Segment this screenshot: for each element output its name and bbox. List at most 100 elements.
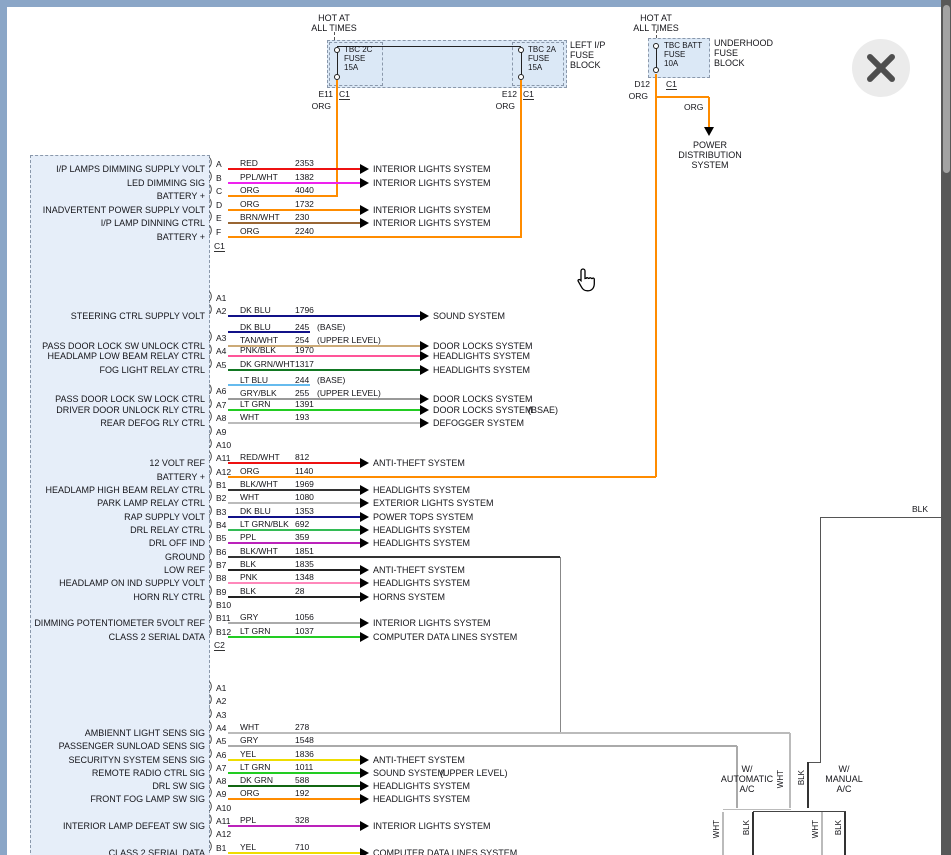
pin-label: B4 xyxy=(216,520,226,530)
wire-segment xyxy=(228,732,790,734)
wire-segment xyxy=(228,182,360,184)
wire-color-label: LT GRN xyxy=(240,399,270,409)
wire-color-label: RED xyxy=(240,158,258,168)
fuse-terminal xyxy=(653,67,659,73)
wire-segment xyxy=(228,622,360,624)
flow-arrow-right xyxy=(360,525,369,535)
flow-arrow-right xyxy=(360,618,369,628)
wire-segment xyxy=(228,798,360,800)
wire-blk-feed xyxy=(808,762,821,763)
pin-bracket: ) xyxy=(209,788,212,798)
pin-bracket: ) xyxy=(209,802,212,812)
wire-color-label: DK GRN/WHT xyxy=(240,359,295,369)
wire-segment xyxy=(228,516,360,518)
wire-segment xyxy=(228,636,360,638)
flow-arrow-right xyxy=(360,512,369,522)
pin-bracket: ) xyxy=(209,226,212,236)
wire-segment xyxy=(228,422,420,424)
fuse-block-name: UNDERHOOD FUSE BLOCK xyxy=(714,38,773,68)
wire-bottom-segment xyxy=(844,812,846,855)
pin-label: B6 xyxy=(216,547,226,557)
circuit-number: 1382 xyxy=(295,172,314,182)
pin-label: E xyxy=(216,213,222,223)
rotated-wire-tag: WHT xyxy=(776,770,785,788)
pin-label: A6 xyxy=(216,750,226,760)
signal-name-label: PASS DOOR LOCK SW LOCK CTRL xyxy=(32,394,205,404)
wire-color-label: GRY xyxy=(240,735,258,745)
pin-bracket: ) xyxy=(209,842,212,852)
wire-segment xyxy=(228,489,360,491)
fuse-name: TBC 2C xyxy=(344,45,372,54)
pin-label: F xyxy=(216,227,221,237)
close-button[interactable] xyxy=(852,39,910,97)
pin-bracket: ) xyxy=(209,479,212,489)
diagram-viewer-window: HOT AT ALL TIMESTBC 2CFUSE15ATBC 2AFUSE1… xyxy=(0,0,951,855)
system-target-label: INTERIOR LIGHTS SYSTEM xyxy=(373,164,491,174)
pin-label: A12 xyxy=(216,829,231,839)
window-frame-left xyxy=(0,0,7,855)
wire-variant-note: (BASE) xyxy=(317,375,345,385)
flow-arrow-right xyxy=(360,164,369,174)
system-target-label: HEADLIGHTS SYSTEM xyxy=(433,351,530,361)
signal-name-label: BATTERY + xyxy=(32,191,205,201)
power-distribution-label: POWER DISTRIBUTION SYSTEM xyxy=(669,140,751,170)
fuse-kind: FUSE xyxy=(344,54,365,63)
pin-bracket: ) xyxy=(209,185,212,195)
circuit-number: 1835 xyxy=(295,559,314,569)
signal-name-label: DRL OFF IND xyxy=(32,538,205,548)
wire-segment xyxy=(228,745,737,747)
wire-blk-feed xyxy=(820,517,946,518)
system-target-label: DOOR LOCKS SYSTEM xyxy=(433,405,533,415)
flow-arrow-right xyxy=(420,311,429,321)
pin-bracket: ) xyxy=(209,599,212,609)
fuse-element xyxy=(521,50,522,77)
wire-color-label: PPL xyxy=(240,815,256,825)
pin-bracket: ) xyxy=(209,292,212,302)
flow-arrow-down xyxy=(704,127,714,136)
system-target-label: HORNS SYSTEM xyxy=(373,592,445,602)
flow-arrow-right xyxy=(360,794,369,804)
system-target-label: INTERIOR LIGHTS SYSTEM xyxy=(373,618,491,628)
system-target-label: SOUND SYSTEM xyxy=(433,311,505,321)
pin-bracket: ) xyxy=(209,332,212,342)
circuit-number: 1391 xyxy=(295,399,314,409)
wire-color-label: GRY xyxy=(240,612,258,622)
circuit-number: 2353 xyxy=(295,158,314,168)
flow-arrow-right xyxy=(360,178,369,188)
wire-segment xyxy=(228,596,360,598)
flow-arrow-right xyxy=(360,848,369,855)
pin-bracket: ) xyxy=(209,749,212,759)
circuit-number: 1851 xyxy=(295,546,314,556)
system-target-label: INTERIOR LIGHTS SYSTEM xyxy=(373,205,491,215)
scrollbar-track[interactable] xyxy=(941,0,951,855)
pin-label: A1 xyxy=(216,293,226,303)
fuse-pin-label: E11 xyxy=(303,89,333,99)
wire-segment xyxy=(228,222,360,224)
circuit-number: 254 xyxy=(295,335,309,345)
wire-color-label: PNK/BLK xyxy=(240,345,276,355)
circuit-number: 278 xyxy=(295,722,309,732)
wire-color-label: ORG xyxy=(684,102,703,112)
pin-label: A8 xyxy=(216,776,226,786)
wire-bottom-segment xyxy=(752,812,754,855)
pin-bracket: ) xyxy=(209,612,212,622)
signal-name-label: DRL SW SIG xyxy=(32,781,205,791)
system-target-label: ANTI-THEFT SYSTEM xyxy=(373,565,465,575)
circuit-number: 328 xyxy=(295,815,309,825)
circuit-number: 1969 xyxy=(295,479,314,489)
fuse-kind: FUSE xyxy=(528,54,549,63)
signal-name-label: LOW REF xyxy=(32,565,205,575)
wire-segment xyxy=(228,209,360,211)
flow-arrow-right xyxy=(420,351,429,361)
pin-bracket: ) xyxy=(209,492,212,502)
system-target-label: INTERIOR LIGHTS SYSTEM xyxy=(373,178,491,188)
pin-label: A7 xyxy=(216,400,226,410)
signal-name-label: REMOTE RADIO CTRL SIG xyxy=(32,768,205,778)
fuse-rating: 10A xyxy=(664,59,678,68)
wiring-diagram-canvas[interactable]: HOT AT ALL TIMESTBC 2CFUSE15ATBC 2AFUSE1… xyxy=(0,0,951,855)
pin-label: A4 xyxy=(216,346,226,356)
wire-color-label: BLK/WHT xyxy=(240,479,278,489)
scrollbar-thumb[interactable] xyxy=(943,5,950,173)
circuit-number: 28 xyxy=(295,586,304,596)
fuse-pin-label: E12 xyxy=(487,89,517,99)
